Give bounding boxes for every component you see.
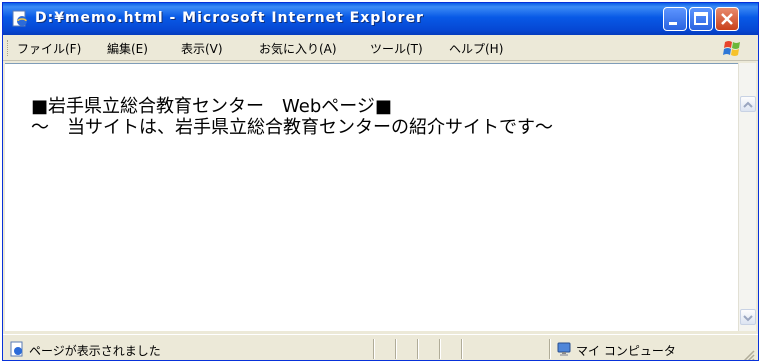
menu-edit[interactable]: 編集(E) — [107, 40, 148, 57]
maximize-icon — [694, 12, 708, 25]
page-content[interactable]: ■岩手県立総合教育センター Webページ■ ～ 当サイトは、岩手県立総合教育セン… — [5, 63, 738, 331]
status-divider — [461, 339, 463, 359]
menu-file[interactable]: ファイル(F) — [17, 40, 81, 57]
minimize-button[interactable] — [663, 7, 687, 31]
scroll-up-button[interactable] — [740, 96, 756, 112]
status-divider — [417, 339, 419, 359]
status-divider — [373, 339, 375, 359]
menu-favorites[interactable]: お気に入り(A) — [259, 40, 337, 57]
menu-tools[interactable]: ツール(T) — [370, 40, 423, 57]
menu-view[interactable]: 表示(V) — [181, 40, 223, 57]
status-divider — [549, 339, 551, 359]
menu-help[interactable]: ヘルプ(H) — [449, 40, 503, 57]
status-divider — [395, 339, 397, 359]
vertical-scrollbar[interactable] — [738, 63, 756, 331]
status-bar: ページが表示されました マイ コンピュータ — [3, 334, 758, 360]
my-computer-icon — [556, 341, 572, 357]
windows-flag-icon — [721, 38, 745, 58]
close-button[interactable] — [715, 7, 739, 31]
status-message: ページが表示されました — [29, 344, 161, 358]
browser-window: D:¥memo.html - Microsoft Internet Explor… — [2, 2, 759, 361]
security-zone-label: マイ コンピュータ — [576, 344, 676, 358]
arrow-down-icon — [743, 315, 753, 322]
title-bar[interactable]: D:¥memo.html - Microsoft Internet Explor… — [3, 3, 758, 35]
window-title: D:¥memo.html - Microsoft Internet Explor… — [35, 10, 424, 26]
toolbar-grip[interactable] — [7, 40, 11, 56]
arrow-up-icon — [743, 101, 753, 108]
menu-bar: ファイル(F) 編集(E) 表示(V) お気に入り(A) ツール(T) ヘルプ(… — [3, 35, 758, 61]
resize-grip-icon[interactable] — [741, 347, 755, 360]
maximize-button[interactable] — [689, 7, 713, 31]
close-icon — [721, 13, 733, 25]
minimize-icon — [669, 22, 677, 25]
ie-page-icon — [11, 10, 29, 28]
page-description: ～ 当サイトは、岩手県立総合教育センターの紹介サイトです～ — [31, 117, 553, 138]
status-divider — [439, 339, 441, 359]
scroll-down-button[interactable] — [740, 309, 756, 325]
page-done-icon — [9, 341, 25, 357]
